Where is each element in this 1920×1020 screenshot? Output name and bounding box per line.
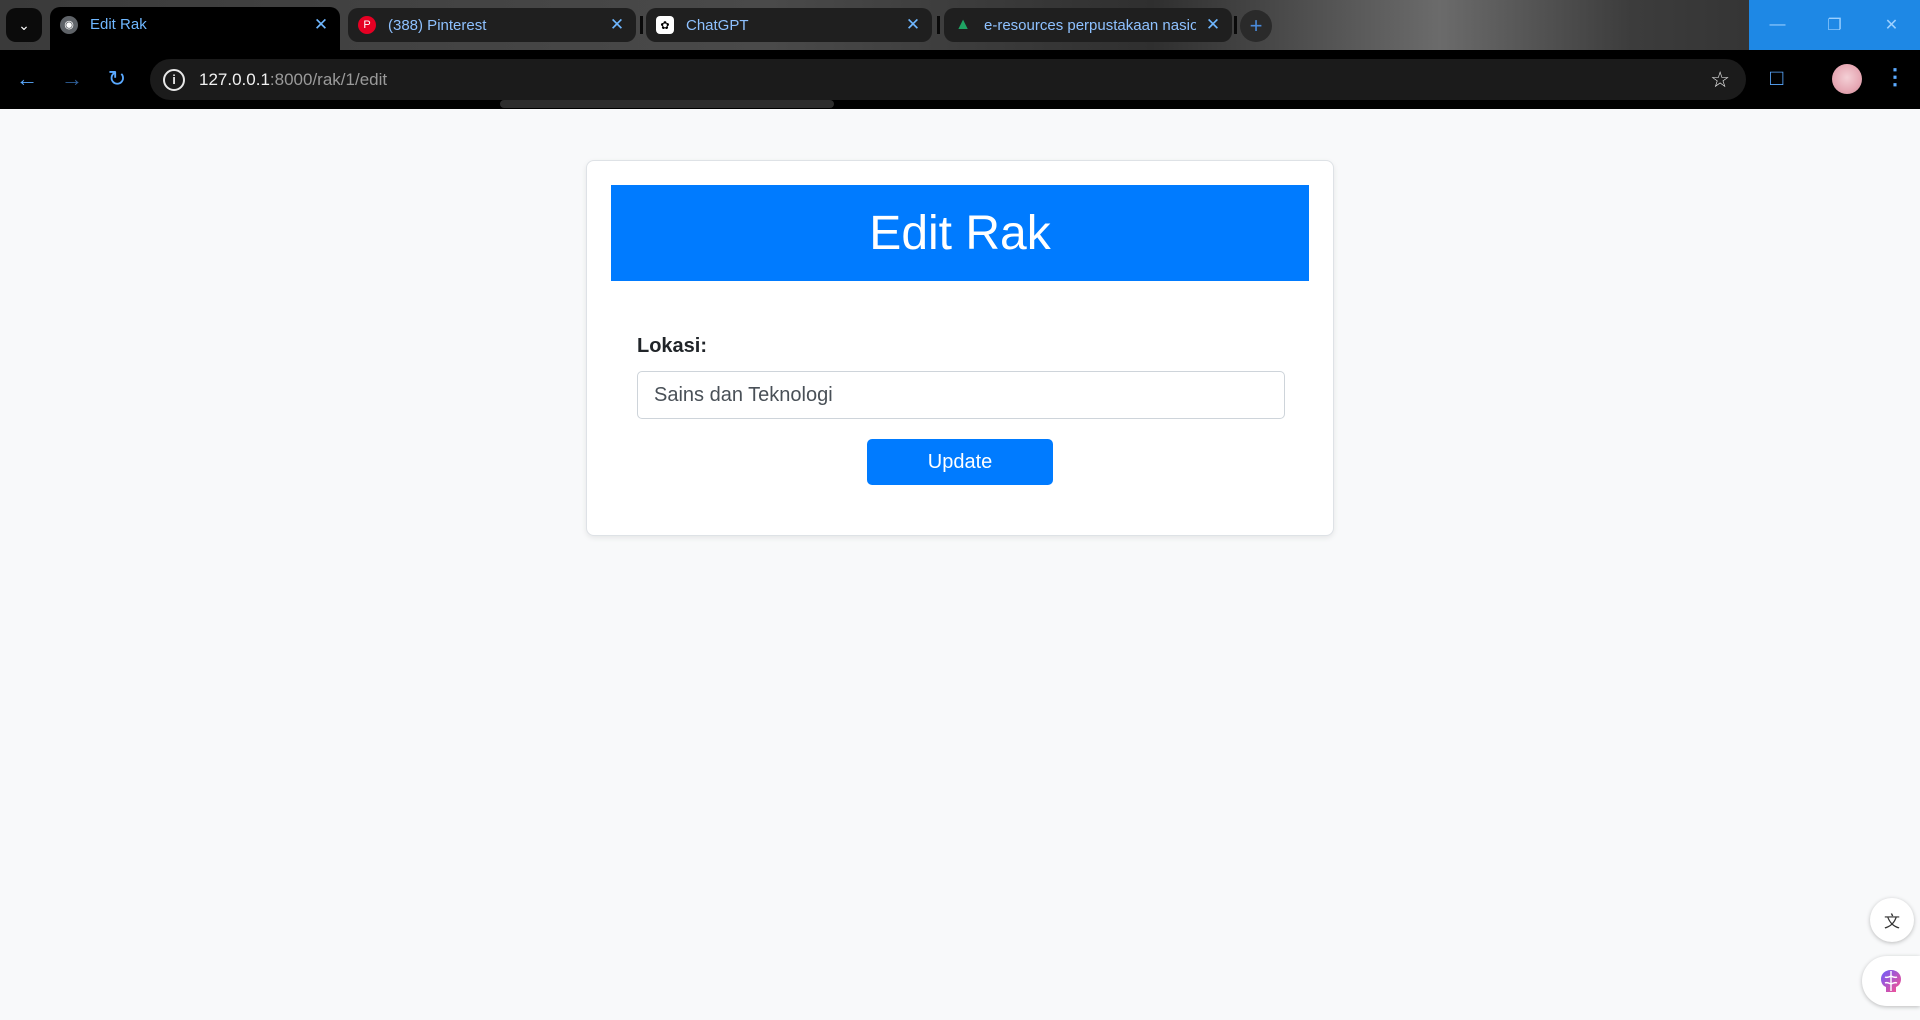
- tab-e-resources[interactable]: ▲ e-resources perpustakaan nasio ✕: [944, 8, 1232, 42]
- back-button[interactable]: ←: [12, 64, 42, 94]
- extensions-icon[interactable]: □: [1770, 65, 1783, 91]
- info-icon[interactable]: i: [163, 68, 185, 91]
- chatgpt-icon: ✿: [656, 16, 674, 34]
- arrow-right-icon: →: [61, 66, 83, 91]
- brain-icon: [1881, 970, 1901, 992]
- close-icon[interactable]: ✕: [1204, 15, 1222, 35]
- translate-widget[interactable]: 文: [1870, 898, 1914, 942]
- close-icon: ✕: [1884, 17, 1899, 34]
- avatar[interactable]: [1832, 64, 1862, 94]
- restore-button[interactable]: ❐: [1806, 0, 1863, 50]
- plus-icon: +: [1249, 13, 1263, 38]
- restore-icon: ❐: [1827, 17, 1842, 34]
- drive-icon: ▲: [955, 16, 971, 33]
- window-close-button[interactable]: ✕: [1863, 0, 1920, 50]
- pinterest-icon: P: [358, 16, 376, 34]
- ai-assistant-widget[interactable]: [1862, 956, 1920, 1006]
- browser-tab-bar: ⌄ ◉ Edit Rak ✕ P (388) Pinterest ✕ ✿ Cha…: [0, 0, 1920, 50]
- forward-button[interactable]: →: [57, 64, 87, 94]
- tab-edit-rak[interactable]: ◉ Edit Rak ✕: [50, 7, 340, 50]
- chevron-down-icon: ⌄: [18, 16, 30, 33]
- tab-strip-scroll-indicator: [500, 100, 834, 108]
- tab-title: (388) Pinterest: [388, 16, 487, 34]
- tab-separator: [1234, 16, 1237, 34]
- reload-icon: ↻: [107, 66, 127, 91]
- tab-pinterest[interactable]: P (388) Pinterest ✕: [348, 8, 636, 42]
- tab-separator: [937, 16, 940, 34]
- tab-search-button[interactable]: ⌄: [6, 8, 42, 42]
- url-text: 127.0.0.1:8000/rak/1/edit: [199, 70, 387, 90]
- address-bar[interactable]: i 127.0.0.1:8000/rak/1/edit ☆: [150, 59, 1746, 100]
- tab-chatgpt[interactable]: ✿ ChatGPT ✕: [646, 8, 932, 42]
- minimize-icon: —: [1769, 16, 1786, 33]
- tab-title: Edit Rak: [90, 16, 147, 33]
- tab-separator: [640, 16, 643, 34]
- tab-title: ChatGPT: [686, 16, 749, 34]
- close-icon[interactable]: ✕: [312, 15, 330, 35]
- tab-title: e-resources perpustakaan nasio: [984, 16, 1196, 34]
- url-path: :8000/rak/1/edit: [269, 69, 388, 89]
- url-host: 127.0.0.1: [199, 69, 270, 89]
- close-icon[interactable]: ✕: [608, 15, 626, 35]
- edit-rak-card: Edit Rak Lokasi: Update: [586, 160, 1334, 536]
- arrow-left-icon: ←: [16, 66, 38, 91]
- globe-icon: ◉: [60, 15, 78, 34]
- window-controls: — ❐ ✕: [1749, 0, 1920, 50]
- browser-toolbar: ← → ↻ i 127.0.0.1:8000/rak/1/edit ☆: [0, 50, 1920, 109]
- minimize-button[interactable]: —: [1749, 0, 1806, 50]
- reload-button[interactable]: ↻: [102, 64, 132, 94]
- page-title: Edit Rak: [611, 185, 1309, 281]
- translate-icon: 文: [1883, 914, 1900, 931]
- lokasi-input[interactable]: [637, 371, 1285, 419]
- update-button[interactable]: Update: [867, 439, 1053, 485]
- new-tab-button[interactable]: +: [1240, 10, 1272, 42]
- star-icon[interactable]: ☆: [1710, 67, 1730, 93]
- kebab-menu-icon[interactable]: ⋮: [1884, 64, 1906, 90]
- lokasi-label: Lokasi:: [637, 335, 708, 357]
- close-icon[interactable]: ✕: [904, 15, 922, 35]
